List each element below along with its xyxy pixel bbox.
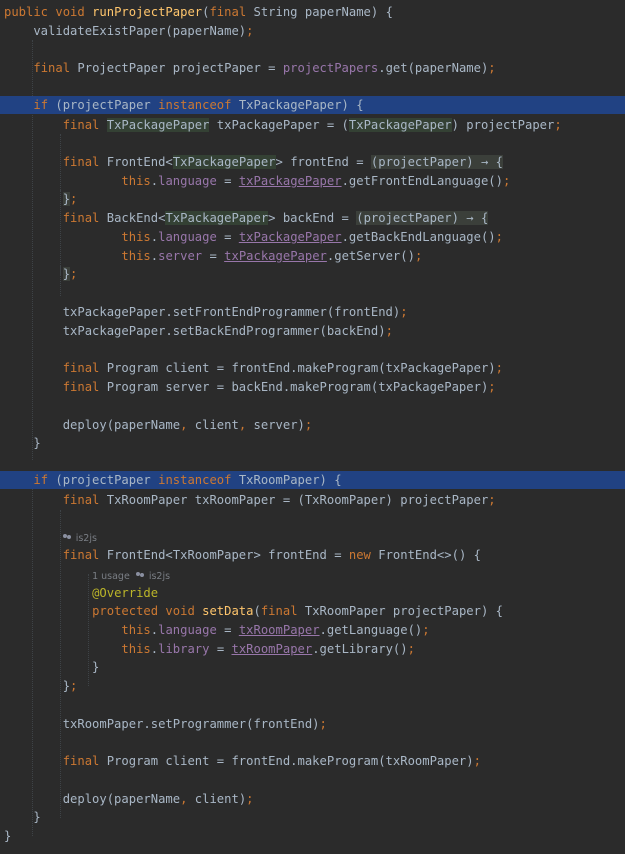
inlay-hint[interactable]: is2js xyxy=(0,528,625,546)
code-line[interactable]: final ProjectPaper projectPaper = projec… xyxy=(0,59,625,77)
code-line[interactable]: txRoomPaper.setProgrammer(frontEnd); xyxy=(0,715,625,733)
code-line[interactable]: protected void setData(final TxRoomPaper… xyxy=(0,602,625,620)
code-line[interactable]: } xyxy=(0,434,625,452)
code-line[interactable]: deploy(paperName, client, server); xyxy=(0,416,625,434)
code-line[interactable]: deploy(paperName, client); xyxy=(0,790,625,808)
code-line[interactable]: @Override xyxy=(0,584,625,602)
code-line[interactable]: public void runProjectPaper(final String… xyxy=(0,3,625,21)
code-line[interactable]: final TxRoomPaper txRoomPaper = (TxRoomP… xyxy=(0,491,625,509)
code-line[interactable]: }; xyxy=(0,265,625,283)
code-line[interactable]: } xyxy=(0,827,625,845)
code-line[interactable]: final Program client = frontEnd.makeProg… xyxy=(0,752,625,770)
code-line[interactable]: this.language = txPackagePaper.getBackEn… xyxy=(0,228,625,246)
code-line[interactable]: this.language = txPackagePaper.getFrontE… xyxy=(0,172,625,190)
code-line[interactable]: } xyxy=(0,658,625,676)
code-line[interactable]: }; xyxy=(0,190,625,208)
inlay-hint[interactable]: 1 usage is2js xyxy=(0,566,625,584)
code-line[interactable]: final TxPackagePaper txPackagePaper = (T… xyxy=(0,116,625,134)
code-line[interactable]: this.language = txRoomPaper.getLanguage(… xyxy=(0,621,625,639)
code-line[interactable]: validateExistPaper(paperName); xyxy=(0,22,625,40)
code-line[interactable]: } xyxy=(0,808,625,826)
code-line[interactable]: this.library = txRoomPaper.getLibrary(); xyxy=(0,640,625,658)
code-line[interactable]: final FrontEnd<TxPackagePaper> frontEnd … xyxy=(0,153,625,171)
code-line[interactable]: txPackagePaper.setFrontEndProgrammer(fro… xyxy=(0,303,625,321)
code-line[interactable]: }; xyxy=(0,677,625,695)
code-editor[interactable]: public void runProjectPaper(final String… xyxy=(0,0,625,854)
code-line[interactable]: if (projectPaper instanceof TxRoomPaper)… xyxy=(0,471,625,489)
code-line[interactable]: final Program client = frontEnd.makeProg… xyxy=(0,359,625,377)
code-line[interactable]: final BackEnd<TxPackagePaper> backEnd = … xyxy=(0,209,625,227)
code-line[interactable]: final FrontEnd<TxRoomPaper> frontEnd = n… xyxy=(0,546,625,564)
code-line[interactable]: final Program server = backEnd.makeProgr… xyxy=(0,378,625,396)
code-line[interactable]: this.server = txPackagePaper.getServer()… xyxy=(0,247,625,265)
code-line[interactable]: if (projectPaper instanceof TxPackagePap… xyxy=(0,96,625,114)
code-line[interactable]: txPackagePaper.setBackEndProgrammer(back… xyxy=(0,322,625,340)
